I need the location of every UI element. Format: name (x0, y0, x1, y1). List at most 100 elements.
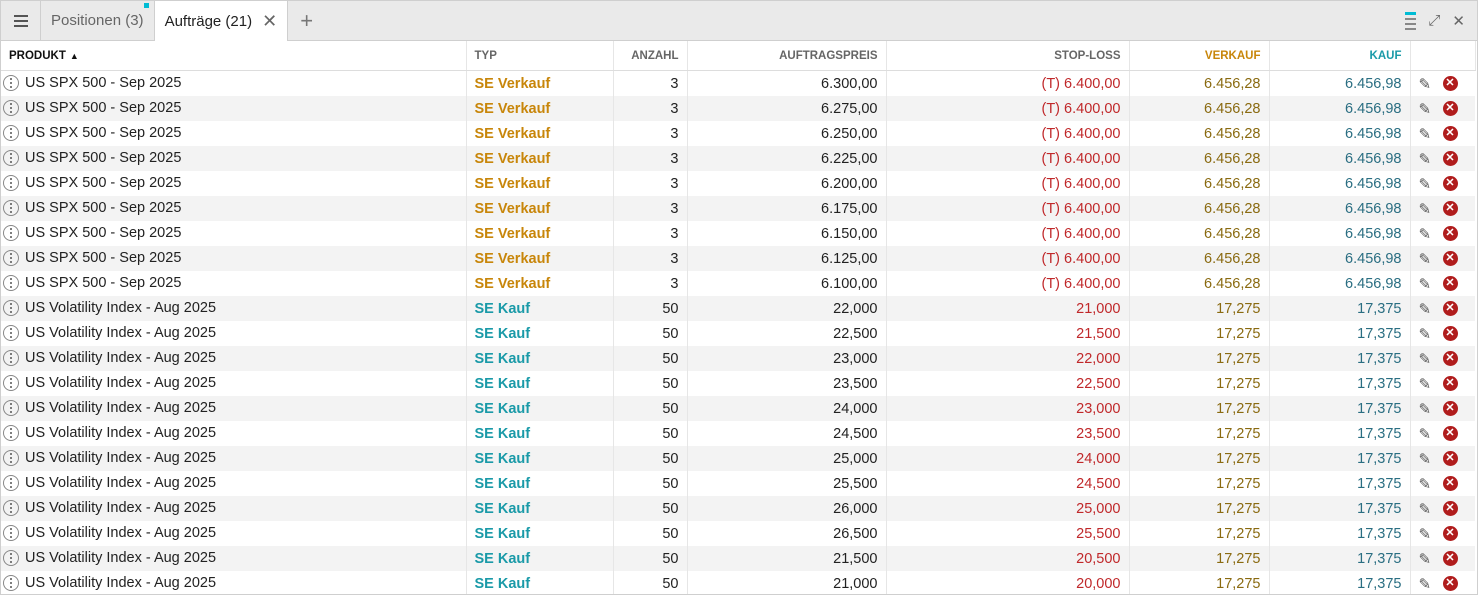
cell-stoploss[interactable]: (T) 6.400,00 (886, 146, 1130, 171)
cell-kauf[interactable]: 6.456,98 (1269, 246, 1411, 271)
close-circle-icon[interactable]: ✕ (1442, 251, 1458, 266)
cell-stoploss[interactable]: 24,500 (886, 471, 1130, 496)
cell-verkauf[interactable]: 17,275 (1129, 321, 1270, 346)
cell-auftragspreis[interactable]: 24,000 (687, 396, 887, 421)
more-vertical-icon[interactable] (3, 549, 19, 566)
cell-kauf[interactable]: 6.456,98 (1269, 146, 1411, 171)
close-circle-icon[interactable]: ✕ (1442, 451, 1458, 466)
cell-kauf[interactable]: 17,375 (1269, 546, 1411, 571)
table-row[interactable]: US SPX 500 - Sep 2025 SE Verkauf 3 6.125,00… (1, 246, 1475, 271)
product-name[interactable]: US Volatility Index - Aug 2025 (25, 550, 216, 566)
table-row[interactable]: US Volatility Index - Aug 2025 SE Kauf 50 2… (1, 346, 1475, 371)
cell-stoploss[interactable]: (T) 6.400,00 (886, 246, 1130, 271)
cell-verkauf[interactable]: 17,275 (1129, 471, 1270, 496)
cell-stoploss[interactable]: (T) 6.400,00 (886, 171, 1130, 196)
product-name[interactable]: US Volatility Index - Aug 2025 (25, 350, 216, 366)
pencil-icon[interactable]: ✎ (1419, 175, 1437, 193)
product-name[interactable]: US SPX 500 - Sep 2025 (25, 250, 181, 266)
cell-auftragspreis[interactable]: 6.275,00 (687, 96, 887, 121)
pencil-icon[interactable]: ✎ (1419, 450, 1437, 468)
cell-stoploss[interactable]: (T) 6.400,00 (886, 196, 1130, 221)
column-header-auftragspreis[interactable]: AUFTRAGSPREIS (687, 41, 887, 71)
pencil-icon[interactable]: ✎ (1419, 200, 1437, 218)
close-tab-icon[interactable]: ✕ (262, 12, 277, 30)
close-window-icon[interactable]: ✕ (1452, 12, 1465, 30)
cell-verkauf[interactable]: 17,275 (1129, 496, 1270, 521)
pencil-icon[interactable]: ✎ (1419, 100, 1437, 118)
cell-verkauf[interactable]: 17,275 (1129, 521, 1270, 546)
tab-positions[interactable]: Positionen (3) (41, 1, 155, 40)
pencil-icon[interactable]: ✎ (1419, 525, 1437, 543)
more-vertical-icon[interactable] (3, 349, 19, 366)
product-name[interactable]: US Volatility Index - Aug 2025 (25, 525, 216, 541)
cell-verkauf[interactable]: 17,275 (1129, 396, 1270, 421)
cell-kauf[interactable]: 17,375 (1269, 321, 1411, 346)
column-header-produkt[interactable]: PRODUKT ▲ (1, 41, 467, 71)
cell-kauf[interactable]: 17,375 (1269, 371, 1411, 396)
cell-verkauf[interactable]: 17,275 (1129, 446, 1270, 471)
more-vertical-icon[interactable] (3, 324, 19, 341)
cell-kauf[interactable]: 6.456,98 (1269, 221, 1411, 246)
table-row[interactable]: US Volatility Index - Aug 2025 SE Kauf 50 2… (1, 296, 1475, 321)
cell-verkauf[interactable]: 17,275 (1129, 296, 1270, 321)
product-name[interactable]: US SPX 500 - Sep 2025 (25, 200, 181, 216)
hamburger-menu-button[interactable] (1, 1, 41, 40)
more-vertical-icon[interactable] (3, 374, 19, 391)
expand-icon[interactable]: ⤢ (1428, 12, 1440, 29)
table-row[interactable]: US SPX 500 - Sep 2025 SE Verkauf 3 6.200,00… (1, 171, 1475, 196)
more-vertical-icon[interactable] (3, 524, 19, 541)
pencil-icon[interactable]: ✎ (1419, 475, 1437, 493)
cell-auftragspreis[interactable]: 23,000 (687, 346, 887, 371)
cell-auftragspreis[interactable]: 26,500 (687, 521, 887, 546)
close-circle-icon[interactable]: ✕ (1442, 326, 1458, 341)
more-vertical-icon[interactable] (3, 449, 19, 466)
table-row[interactable]: US SPX 500 - Sep 2025 SE Verkauf 3 6.250,00… (1, 121, 1475, 146)
pencil-icon[interactable]: ✎ (1419, 125, 1437, 143)
close-circle-icon[interactable]: ✕ (1442, 476, 1458, 491)
cell-stoploss[interactable]: 23,500 (886, 421, 1130, 446)
cell-verkauf[interactable]: 17,275 (1129, 571, 1270, 594)
cell-kauf[interactable]: 17,375 (1269, 346, 1411, 371)
table-row[interactable]: US Volatility Index - Aug 2025 SE Kauf 50 2… (1, 471, 1475, 496)
cell-auftragspreis[interactable]: 21,000 (687, 571, 887, 594)
table-row[interactable]: US SPX 500 - Sep 2025 SE Verkauf 3 6.150,00… (1, 221, 1475, 246)
add-tab-button[interactable]: + (288, 1, 325, 40)
table-row[interactable]: US SPX 500 - Sep 2025 SE Verkauf 3 6.275,00… (1, 96, 1475, 121)
table-row[interactable]: US Volatility Index - Aug 2025 SE Kauf 50 2… (1, 446, 1475, 471)
close-circle-icon[interactable]: ✕ (1442, 126, 1458, 141)
cell-verkauf[interactable]: 6.456,28 (1129, 171, 1270, 196)
close-circle-icon[interactable]: ✕ (1442, 176, 1458, 191)
cell-kauf[interactable]: 17,375 (1269, 571, 1411, 594)
product-name[interactable]: US Volatility Index - Aug 2025 (25, 500, 216, 516)
table-row[interactable]: US SPX 500 - Sep 2025 SE Verkauf 3 6.100,00… (1, 271, 1475, 296)
cell-auftragspreis[interactable]: 6.175,00 (687, 196, 887, 221)
more-vertical-icon[interactable] (3, 474, 19, 491)
cell-kauf[interactable]: 17,375 (1269, 396, 1411, 421)
close-circle-icon[interactable]: ✕ (1442, 76, 1458, 91)
more-vertical-icon[interactable] (3, 174, 19, 191)
cell-stoploss[interactable]: 20,500 (886, 546, 1130, 571)
table-row[interactable]: US SPX 500 - Sep 2025 SE Verkauf 3 6.225,00… (1, 146, 1475, 171)
cell-stoploss[interactable]: 22,500 (886, 371, 1130, 396)
cell-verkauf[interactable]: 17,275 (1129, 371, 1270, 396)
product-name[interactable]: US SPX 500 - Sep 2025 (25, 75, 181, 91)
close-circle-icon[interactable]: ✕ (1442, 151, 1458, 166)
product-name[interactable]: US Volatility Index - Aug 2025 (25, 575, 216, 591)
close-circle-icon[interactable]: ✕ (1442, 551, 1458, 566)
pencil-icon[interactable]: ✎ (1419, 400, 1437, 418)
cell-kauf[interactable]: 17,375 (1269, 296, 1411, 321)
cell-kauf[interactable]: 6.456,98 (1269, 171, 1411, 196)
table-row[interactable]: US Volatility Index - Aug 2025 SE Kauf 50 2… (1, 421, 1475, 446)
more-vertical-icon[interactable] (3, 224, 19, 241)
table-row[interactable]: US Volatility Index - Aug 2025 SE Kauf 50 2… (1, 546, 1475, 571)
product-name[interactable]: US SPX 500 - Sep 2025 (25, 100, 181, 116)
more-vertical-icon[interactable] (3, 74, 19, 91)
cell-kauf[interactable]: 6.456,98 (1269, 271, 1411, 296)
close-circle-icon[interactable]: ✕ (1442, 426, 1458, 441)
product-name[interactable]: US SPX 500 - Sep 2025 (25, 125, 181, 141)
close-circle-icon[interactable]: ✕ (1442, 401, 1458, 416)
cell-verkauf[interactable]: 6.456,28 (1129, 121, 1270, 146)
close-circle-icon[interactable]: ✕ (1442, 576, 1458, 591)
more-vertical-icon[interactable] (3, 299, 19, 316)
cell-stoploss[interactable]: 21,000 (886, 296, 1130, 321)
